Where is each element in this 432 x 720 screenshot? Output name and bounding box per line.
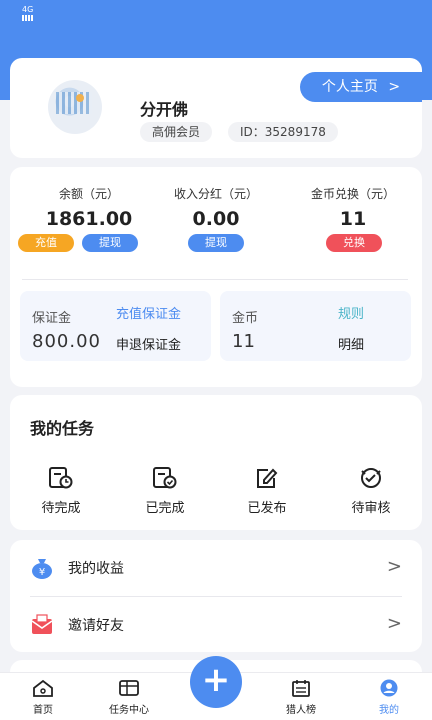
task-pending-label: 待完成 bbox=[41, 501, 81, 516]
user-id-badge: ID：35289178 bbox=[228, 122, 338, 142]
rules-link[interactable]: 规则 bbox=[338, 303, 364, 322]
my-tasks-card: 我的任务 待完成 已完成 已发布 待审核 bbox=[10, 395, 422, 530]
withdraw-dividend-button[interactable]: 提现 bbox=[188, 234, 244, 252]
exchange-button[interactable]: 兑换 bbox=[326, 234, 382, 252]
chevron-right-icon: > bbox=[386, 613, 402, 634]
invite-friends-label: 邀请好友 bbox=[68, 618, 124, 634]
coin-exchange-value: 11 bbox=[339, 208, 367, 230]
refund-deposit-link[interactable]: 申退保证金 bbox=[116, 334, 181, 353]
personal-homepage-label: 个人主页 bbox=[321, 79, 378, 95]
balance-label: 余额（元） bbox=[58, 187, 119, 201]
personal-homepage-button[interactable]: 个人主页 > bbox=[300, 72, 422, 102]
envelope-icon bbox=[30, 613, 54, 637]
profile-card: 分开佛 高佣会员 ID：35289178 个人主页 > bbox=[10, 58, 422, 158]
deposit-box: 保证金 充值保证金 800.00 申退保证金 bbox=[20, 291, 211, 361]
chevron-right-icon: > bbox=[386, 556, 402, 577]
my-earnings-row[interactable]: ¥ 我的收益 > bbox=[10, 540, 422, 595]
balance-value: 1861.00 bbox=[45, 208, 133, 230]
deposit-amount: 800.00 bbox=[32, 331, 101, 352]
coins-amount: 11 bbox=[232, 331, 255, 352]
menu-card: ¥ 我的收益 > 邀请好友 > bbox=[10, 540, 422, 652]
coins-label: 金币 bbox=[232, 311, 259, 326]
tab-mine[interactable]: 我的 bbox=[354, 679, 424, 716]
membership-badge: 高佣会员 bbox=[140, 122, 213, 142]
calendar-icon bbox=[290, 679, 312, 697]
withdraw-balance-button[interactable]: 提现 bbox=[82, 234, 138, 252]
my-tasks-title: 我的任务 bbox=[30, 419, 95, 438]
task-pending[interactable]: 待完成 bbox=[16, 467, 106, 516]
balance-column: 余额（元） 1861.00 bbox=[24, 185, 154, 230]
user-name: 分开佛 bbox=[140, 100, 189, 119]
home-icon bbox=[32, 679, 54, 697]
coins-box: 金币 规则 11 明细 bbox=[220, 291, 411, 361]
recharge-deposit-link[interactable]: 充值保证金 bbox=[116, 303, 181, 322]
status-bar: 4G bbox=[22, 6, 34, 23]
review-icon bbox=[358, 467, 384, 489]
tab-hunter-ranking-label: 猎人榜 bbox=[286, 705, 316, 716]
task-completed-label: 已完成 bbox=[145, 501, 185, 516]
money-bag-icon: ¥ bbox=[30, 556, 54, 580]
my-earnings-label: 我的收益 bbox=[68, 561, 124, 577]
user-icon bbox=[378, 679, 400, 697]
user-id-label: ID： bbox=[240, 125, 265, 139]
balance-card: 余额（元） 1861.00 收入分红（元） 0.00 金币兑换（元） 11 充值… bbox=[10, 167, 422, 387]
svg-text:¥: ¥ bbox=[39, 567, 45, 578]
task-published-label: 已发布 bbox=[247, 501, 287, 516]
task-completed[interactable]: 已完成 bbox=[120, 467, 210, 516]
add-task-button[interactable]: + bbox=[190, 656, 242, 708]
tab-home-label: 首页 bbox=[33, 705, 53, 716]
invite-friends-row[interactable]: 邀请好友 > bbox=[10, 597, 422, 652]
task-published[interactable]: 已发布 bbox=[222, 467, 312, 516]
tab-task-center-label: 任务中心 bbox=[109, 705, 149, 716]
tab-task-center[interactable]: 任务中心 bbox=[94, 679, 164, 716]
deposit-label: 保证金 bbox=[32, 311, 72, 326]
task-center-icon bbox=[118, 679, 140, 697]
tab-home[interactable]: 首页 bbox=[8, 679, 78, 716]
dividend-column: 收入分红（元） 0.00 bbox=[151, 185, 281, 230]
tab-mine-label: 我的 bbox=[379, 705, 399, 716]
coin-exchange-column: 金币兑换（元） 11 bbox=[288, 185, 418, 230]
coins-detail-link[interactable]: 明细 bbox=[338, 334, 364, 353]
chevron-right-icon: > bbox=[388, 79, 401, 95]
tab-hunter-ranking[interactable]: 猎人榜 bbox=[266, 679, 336, 716]
check-doc-icon bbox=[152, 467, 178, 489]
user-id-value: 35289178 bbox=[264, 125, 326, 139]
clock-doc-icon bbox=[48, 467, 74, 489]
coin-exchange-label: 金币兑换（元） bbox=[310, 187, 395, 201]
task-review[interactable]: 待审核 bbox=[326, 467, 416, 516]
edit-icon bbox=[254, 467, 280, 489]
signal-bars-icon bbox=[22, 15, 34, 21]
dividend-value: 0.00 bbox=[192, 208, 240, 230]
task-review-label: 待审核 bbox=[351, 501, 391, 516]
recharge-button[interactable]: 充值 bbox=[18, 234, 74, 252]
dividend-label: 收入分红（元） bbox=[173, 187, 258, 201]
signal-label: 4G bbox=[22, 5, 34, 14]
balance-divider bbox=[22, 279, 408, 280]
avatar[interactable] bbox=[48, 80, 102, 134]
